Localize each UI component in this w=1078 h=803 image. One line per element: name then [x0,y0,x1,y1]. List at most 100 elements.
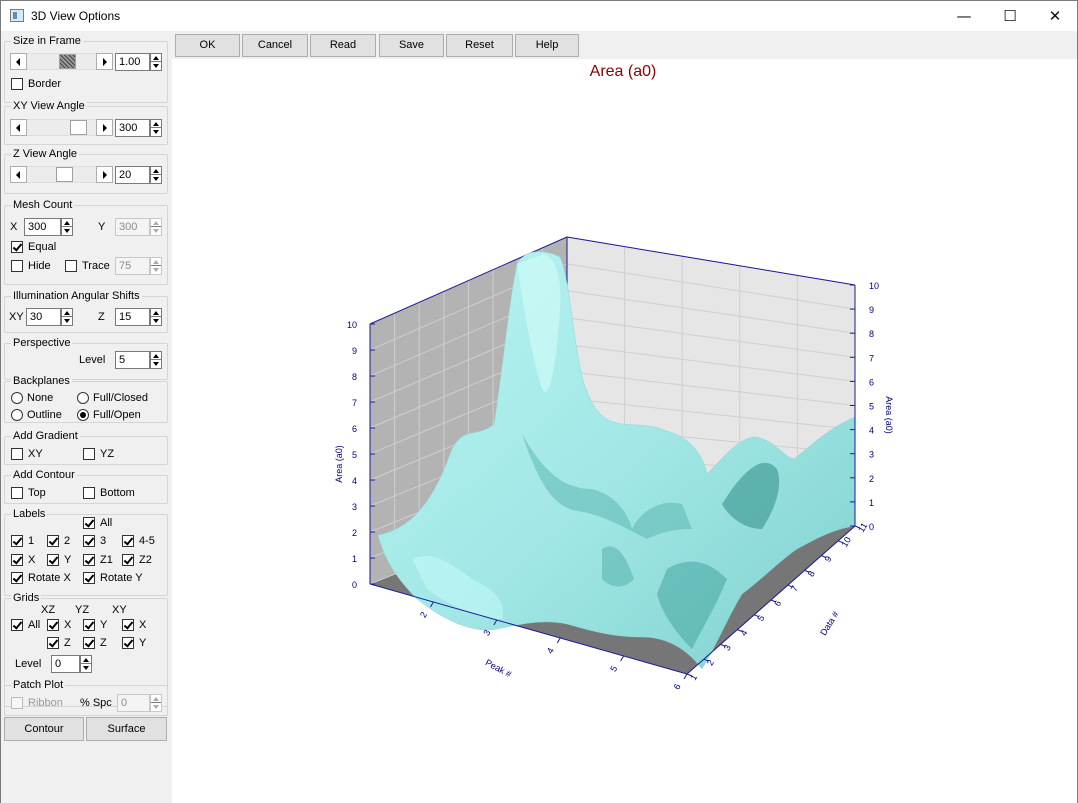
grids-xz-z-checkbox[interactable] [47,637,59,649]
labels-2-checkbox[interactable] [47,535,59,547]
z-angle-scroll-left-button[interactable] [10,166,27,183]
xy-angle-spinner[interactable] [150,119,162,137]
xy-view-angle-title: XY View Angle [11,99,87,113]
z-left-tick-label: 9 [352,346,357,356]
labels-z2-checkbox[interactable] [122,554,134,566]
size-in-frame-group: Size in Frame 1.00 Border [4,34,168,103]
z-angle-spinner[interactable] [150,166,162,184]
grids-yz-y-checkbox[interactable] [83,619,95,631]
add-gradient-group: Add Gradient XY YZ [4,429,168,465]
gradient-xy-label: XY [28,448,43,460]
xy-angle-slider-track[interactable] [27,119,96,136]
z-angle-value-field[interactable]: 20 [115,166,150,184]
equal-label: Equal [28,241,57,253]
arrow-right-icon [103,58,107,66]
grids-level-spinner[interactable] [80,655,92,673]
y-tick-label: 2 [705,658,716,667]
xy-angle-scroll-left-button[interactable] [10,119,27,136]
size-scroll-left-button[interactable] [10,53,27,70]
grids-yz-y-label: Y [100,619,108,631]
z-angle-slider-thumb[interactable] [56,167,73,182]
backplanes-full-open-radio[interactable] [77,409,89,421]
labels-4-5-checkbox[interactable] [122,535,134,547]
z-view-angle-title: Z View Angle [11,147,80,161]
z-angle-slider-track[interactable] [27,166,96,183]
xy-angle-slider-thumb[interactable] [70,120,87,135]
xy-angle-scroll-right-button[interactable] [96,119,113,136]
backplanes-title: Backplanes [11,374,72,388]
size-slider-thumb[interactable] [59,54,76,69]
grids-xy-y-checkbox[interactable] [122,637,134,649]
illumination-z-spinner[interactable] [150,308,162,326]
contour-button[interactable]: Contour [4,717,84,741]
y-tick-label: 3 [722,643,733,652]
hide-label: Hide [28,260,51,272]
labels-1-checkbox[interactable] [11,535,23,547]
save-button[interactable]: Save [379,34,444,57]
surface-button[interactable]: Surface [86,717,167,741]
xy-angle-value-field[interactable]: 300 [115,119,150,137]
close-button[interactable]: ✕ [1032,1,1078,31]
ok-button[interactable]: OK [175,34,240,57]
cancel-button[interactable]: Cancel [242,34,308,57]
gradient-xy-checkbox[interactable] [11,448,23,460]
mesh-x-field[interactable]: 300 [24,218,61,236]
mesh-y-field: 300 [115,218,150,236]
grids-xy-x-checkbox[interactable] [122,619,134,631]
maximize-button[interactable]: ☐ [987,1,1033,31]
perspective-level-field[interactable]: 5 [115,351,150,369]
border-checkbox[interactable] [11,78,23,90]
labels-rotate-y-checkbox[interactable] [83,572,95,584]
trace-label: Trace [82,260,110,272]
labels-y-checkbox[interactable] [47,554,59,566]
illumination-xy-field[interactable]: 30 [26,308,61,326]
backplanes-full-closed-radio[interactable] [77,392,89,404]
grids-level-field[interactable]: 0 [51,655,80,673]
spin-down-icon [153,177,159,181]
labels-1-label: 1 [28,535,35,547]
labels-x-label: X [28,554,36,566]
labels-4-5-label: 4-5 [139,535,155,547]
labels-all-checkbox[interactable] [83,517,95,529]
labels-x-checkbox[interactable] [11,554,23,566]
size-spinner[interactable] [150,53,162,71]
contour-bottom-checkbox[interactable] [83,487,95,499]
contour-bottom-label: Bottom [100,487,135,499]
illumination-xy-spinner[interactable] [61,308,73,326]
size-slider-track[interactable] [27,53,96,70]
hide-checkbox[interactable] [11,260,23,272]
mesh-x-spinner[interactable] [61,218,73,236]
read-button[interactable]: Read [310,34,376,57]
gradient-yz-checkbox[interactable] [83,448,95,460]
arrow-left-icon [16,124,20,132]
grids-yz-z-checkbox[interactable] [83,637,95,649]
backplanes-none-radio[interactable] [11,392,23,404]
backplanes-outline-radio[interactable] [11,409,23,421]
y-tick-label: 11 [856,521,869,534]
labels-rotate-x-checkbox[interactable] [11,572,23,584]
equal-checkbox[interactable] [11,241,23,253]
perspective-level-spinner[interactable] [150,351,162,369]
minimize-button[interactable]: — [941,1,987,31]
contour-top-checkbox[interactable] [11,487,23,499]
spin-up-icon [153,221,159,225]
z-left-tick-label: 6 [352,424,357,434]
size-scroll-right-button[interactable] [96,53,113,70]
labels-3-checkbox[interactable] [83,535,95,547]
grids-all-checkbox[interactable] [11,619,23,631]
x-tick-label: 6 [672,682,683,691]
z-axis-title-left: Area (a0) [334,445,344,483]
surface-chart: 012345678910012345678910Area (a0)Area (a… [334,236,894,691]
plot-area: Area (a0) 0 1 2 3 4 5 6 7 8 9 10 0 1 2 3… [172,59,1077,803]
labels-z1-checkbox[interactable] [83,554,95,566]
grids-xz-x-checkbox[interactable] [47,619,59,631]
spin-up-icon [153,169,159,173]
reset-button[interactable]: Reset [446,34,513,57]
spin-down-icon [153,64,159,68]
size-value-field[interactable]: 1.00 [115,53,150,71]
illumination-z-field[interactable]: 15 [115,308,150,326]
grids-title: Grids [11,591,42,605]
z-angle-scroll-right-button[interactable] [96,166,113,183]
trace-checkbox[interactable] [65,260,77,272]
help-button[interactable]: Help [515,34,579,57]
